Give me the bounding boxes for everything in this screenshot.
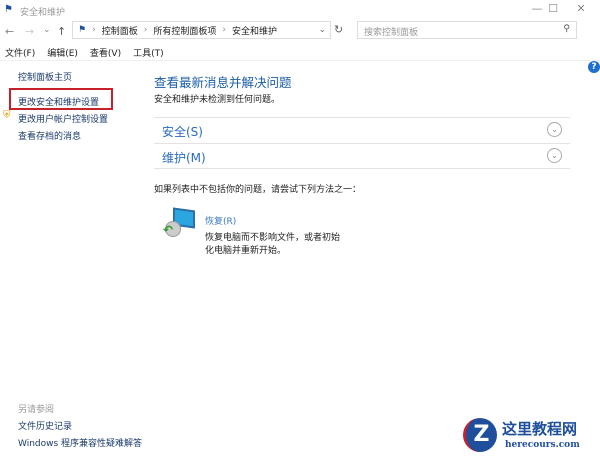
sidebar-item-archived-messages[interactable]: 查看存档的消息 [18,129,81,142]
highlight-box [9,88,113,110]
close-button[interactable]: ✕ [566,2,596,18]
breadcrumb-item[interactable]: 安全和维护 [232,24,277,37]
hint-text: 如果列表中不包括你的问题，请尝试下列方法之一： [154,185,362,195]
recovery-desc: 恢复电脑而不影响文件，或者初始 [205,233,341,243]
see-also-label: 另请参阅 [18,405,55,415]
divider [0,60,600,61]
help-icon[interactable]: ? [588,61,600,73]
sidebar-item-uac-settings[interactable]: 更改用户帐户控制设置 [18,112,108,125]
flag-icon: ⚑ [4,4,13,15]
chevron-down-icon[interactable]: ⌄ [547,122,562,137]
menu-edit[interactable]: 编辑(E) [47,46,78,59]
chevron-down-icon[interactable]: ⌄ [547,148,562,163]
sidebar-item-home[interactable]: 控制面板主页 [18,70,72,83]
watermark: Z 这里教程网 herecours.com [455,414,600,459]
sep: › [222,25,226,35]
recovery-link[interactable]: 恢复(R) [205,214,236,227]
shield-icon: ⛨ [3,110,11,121]
menu-tools[interactable]: 工具(T) [133,46,164,59]
watermark-url: herecours.com [505,440,580,450]
watermark-logo: Z [463,418,497,452]
file-history-link[interactable]: 文件历史记录 [18,419,72,432]
maximize-button[interactable]: ☐ [538,2,568,18]
section-label: 维护(M) [162,151,206,165]
recovery-icon: ↶ [163,207,197,241]
address-bar[interactable]: ⚑ › 控制面板 › 所有控制面板项 › 安全和维护 ⌄ [72,21,331,39]
sep: › [143,25,148,35]
menu-bar: 文件(F) 编辑(E) 查看(V) 工具(T) [5,46,164,59]
menu-view[interactable]: 查看(V) [90,46,121,59]
refresh-button[interactable]: ↻ [334,23,343,36]
flag-icon: ⚑ [78,25,87,35]
page-title: 查看最新消息并解决问题 [154,75,292,90]
window-title: 安全和维护 [20,8,66,18]
section-label: 安全(S) [162,125,203,139]
menu-file[interactable]: 文件(F) [5,46,35,59]
back-icon[interactable]: ← [5,25,14,38]
section-security[interactable]: 安全(S) ⌄ [154,117,570,142]
search-icon: ⚲ [563,24,570,34]
search-placeholder: 搜索控制面板 [364,28,419,38]
recent-icon[interactable]: ⌄ [43,25,51,35]
breadcrumb-item[interactable]: 控制面板 [102,24,138,37]
recovery-desc: 化电脑并重新开始。 [205,246,287,256]
breadcrumb-item[interactable]: 所有控制面板项 [153,24,216,37]
up-icon[interactable]: ↑ [57,25,66,38]
forward-icon[interactable]: → [25,25,34,38]
watermark-name: 这里教程网 [502,420,578,438]
compat-troubleshooter-link[interactable]: Windows 程序兼容性疑难解答 [18,436,142,449]
sep: › [92,25,96,35]
search-input[interactable]: 搜索控制面板 ⚲ [357,21,577,39]
chevron-down-icon[interactable]: ⌄ [318,25,326,35]
status-text: 安全和维护未检测到任何问题。 [154,95,281,105]
section-maintenance[interactable]: 维护(M) ⌄ [154,143,570,169]
